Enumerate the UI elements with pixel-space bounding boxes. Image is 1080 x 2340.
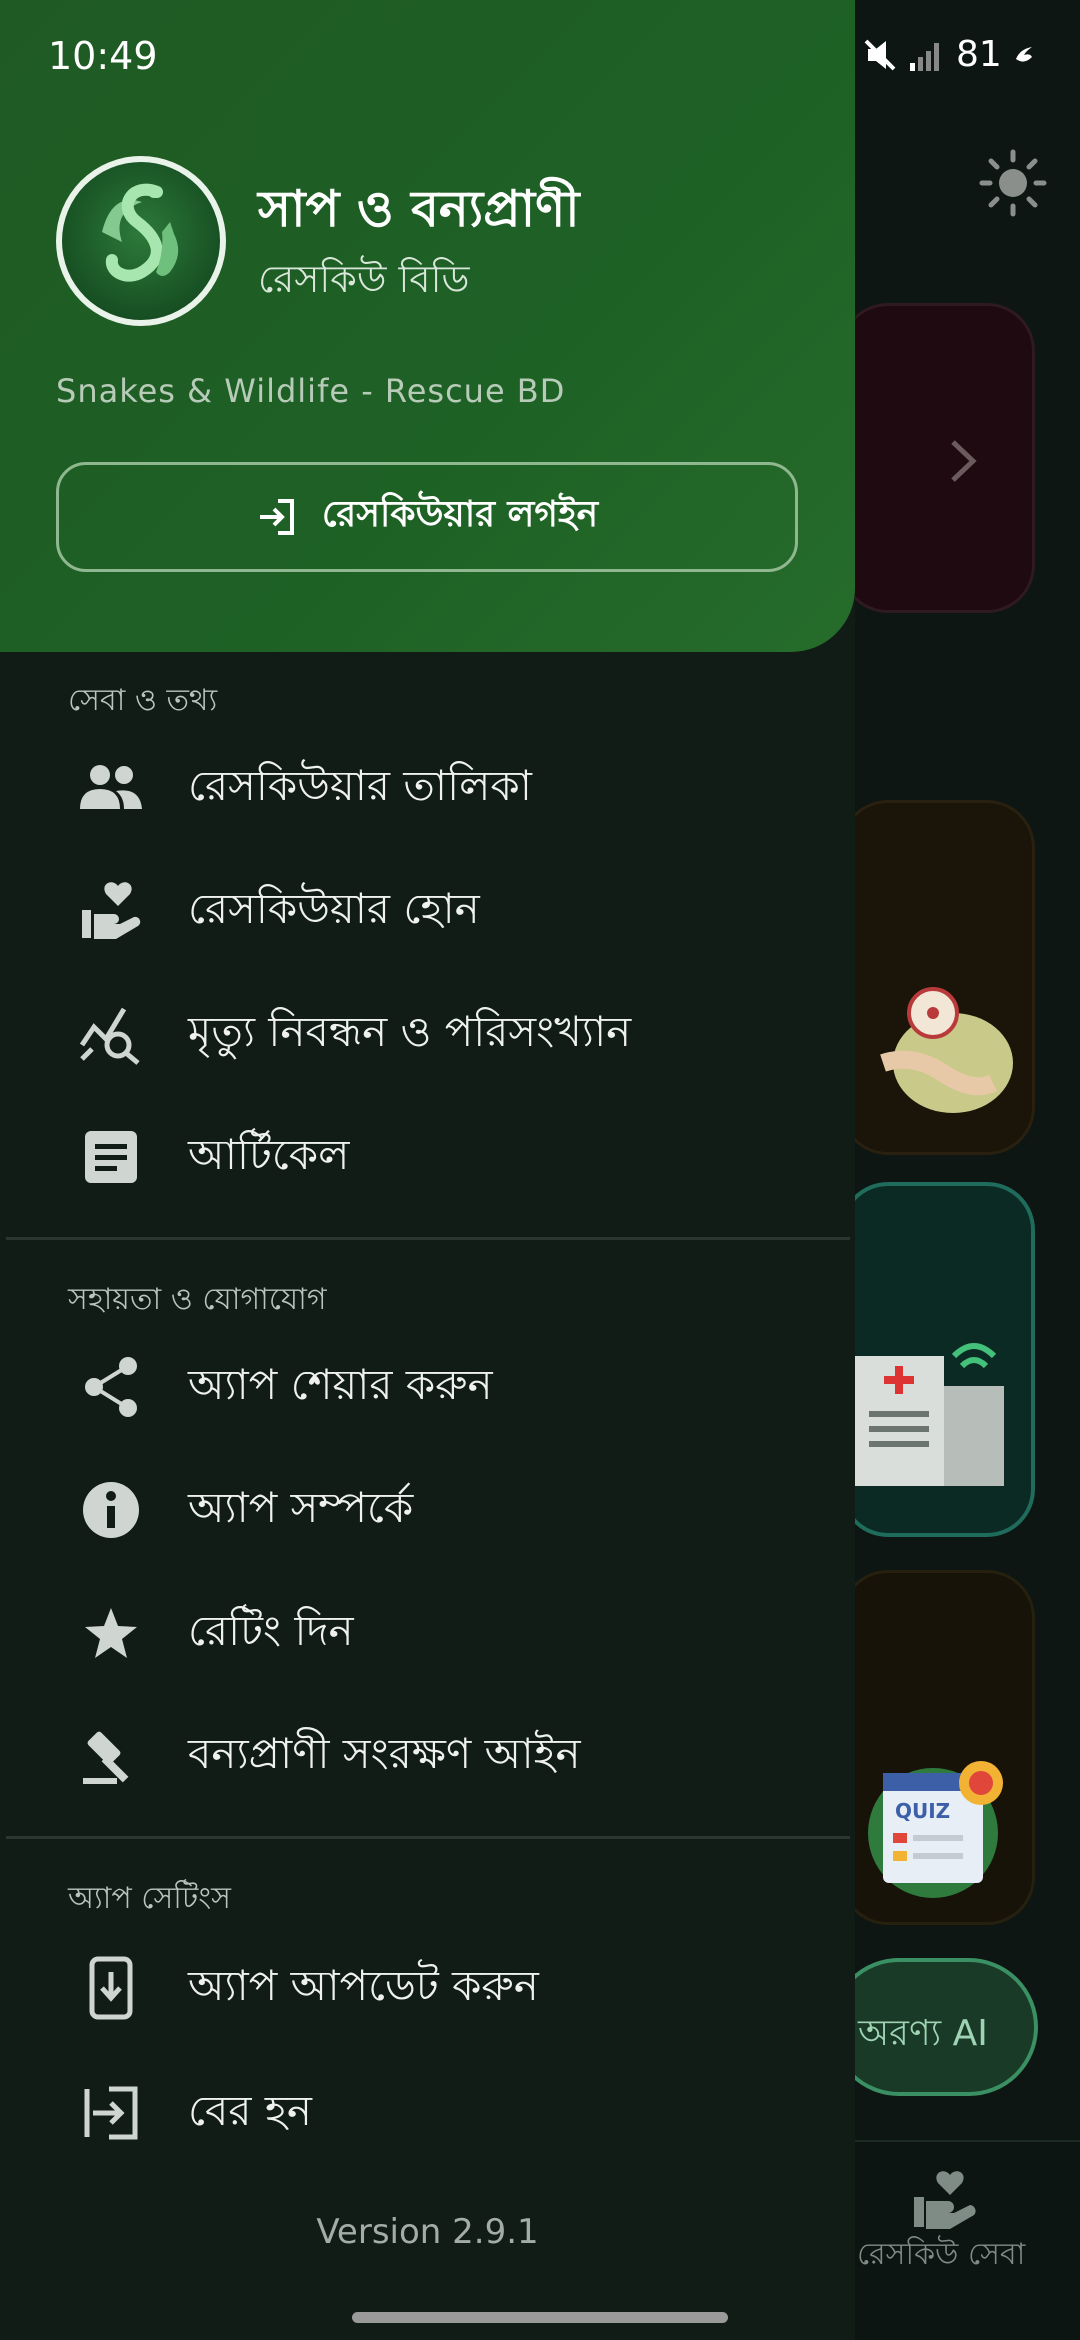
snakebite-illustration bbox=[880, 987, 1013, 1113]
hospital-icon bbox=[854, 1343, 1004, 1486]
menu-item-label: অ্যাপ আপডেট করুন bbox=[188, 1960, 539, 2010]
menu-item-label: রেসকিউয়ার হোন bbox=[188, 883, 480, 933]
section-divider bbox=[6, 1237, 850, 1240]
menu-item-label: অ্যাপ শেয়ার করুন bbox=[188, 1359, 493, 1409]
feature-card[interactable]: QUIZ bbox=[840, 1570, 1035, 1925]
aranya-ai-button[interactable]: অরণ্য AI bbox=[830, 1958, 1038, 2096]
battery-level: 81 bbox=[956, 34, 1002, 75]
login-label: রেসকিউয়ার লগইন bbox=[321, 494, 599, 535]
section-title-support: সহায়তা ও যোগাযোগ bbox=[68, 1282, 327, 1317]
section-title-settings: অ্যাপ সেটিংস bbox=[68, 1881, 231, 1916]
analytics-search-icon bbox=[79, 1007, 140, 1065]
snake-logo-icon bbox=[102, 183, 179, 282]
system-update-icon bbox=[89, 1956, 133, 2020]
section-title-services: সেবা ও তথ্য bbox=[68, 683, 218, 718]
menu-item-label: রেসকিউয়ার তালিকা bbox=[188, 760, 532, 810]
drawer-header: সাপ ও বন্যপ্রাণী রেসকিউ বিডি Snakes & Wi… bbox=[0, 0, 855, 652]
status-icons: 81 bbox=[862, 34, 1036, 75]
menu-item-death-registry[interactable]: মৃত্যু নিবন্ধন ও পরিসংখ্যান bbox=[0, 979, 855, 1089]
rescuer-login-button[interactable]: রেসকিউয়ার লগইন bbox=[56, 462, 798, 572]
menu-item-rate-app[interactable]: রেটিং দিন bbox=[0, 1578, 855, 1688]
menu-item-wildlife-law[interactable]: বন্যপ্রাণী সংরক্ষণ আইন bbox=[0, 1701, 855, 1811]
volunteer-icon bbox=[82, 882, 141, 939]
volunteer-icon[interactable] bbox=[910, 2165, 980, 2235]
quiz-icon: QUIZ bbox=[868, 1761, 1003, 1898]
menu-item-label: অ্যাপ সম্পর্কে bbox=[188, 1482, 414, 1532]
menu-item-share-app[interactable]: অ্যাপ শেয়ার করুন bbox=[0, 1332, 855, 1442]
menu-item-become-rescuer[interactable]: রেসকিউয়ার হোন bbox=[0, 856, 855, 966]
menu-item-articles[interactable]: আর্টিকেল bbox=[0, 1102, 855, 1212]
chevron-right-icon bbox=[951, 440, 977, 482]
navigation-drawer: সাপ ও বন্যপ্রাণী রেসকিউ বিডি Snakes & Wi… bbox=[0, 0, 1032, 2340]
menu-item-rescuer-list[interactable]: রেসকিউয়ার তালিকা bbox=[0, 733, 855, 843]
app-subtitle: রেসকিউ বিডি bbox=[258, 257, 470, 301]
section-divider bbox=[6, 1836, 850, 1839]
article-icon bbox=[85, 1131, 137, 1183]
feature-card[interactable] bbox=[840, 303, 1035, 613]
bottom-nav-label: রেসকিউ সেবা bbox=[857, 2237, 1026, 2272]
menu-item-label: রেটিং দিন bbox=[188, 1605, 354, 1655]
menu-item-logout[interactable]: বের হন bbox=[0, 2058, 855, 2168]
logout-icon bbox=[84, 2086, 138, 2140]
menu-item-label: আর্টিকেল bbox=[188, 1129, 350, 1179]
charging-icon bbox=[1015, 46, 1032, 62]
app-version: Version 2.9.1 bbox=[316, 2212, 539, 2252]
group-icon bbox=[80, 765, 142, 809]
feature-card[interactable] bbox=[840, 1182, 1035, 1537]
menu-item-label: বের হন bbox=[188, 2085, 313, 2135]
home-indicator[interactable] bbox=[352, 2312, 728, 2323]
menu-item-about-app[interactable]: অ্যাপ সম্পর্কে bbox=[0, 1455, 855, 1565]
feature-card[interactable] bbox=[840, 800, 1035, 1155]
svg-text:QUIZ: QUIZ bbox=[895, 1799, 950, 1823]
mute-icon bbox=[864, 39, 896, 70]
info-icon bbox=[83, 1482, 139, 1538]
menu-item-update-app[interactable]: অ্যাপ আপডেট করুন bbox=[0, 1933, 855, 2043]
menu-item-label: মৃত্যু নিবন্ধন ও পরিসংখ্যান bbox=[188, 1006, 632, 1056]
star-icon bbox=[85, 1608, 137, 1658]
signal-icon bbox=[910, 42, 939, 71]
ai-button-label: অরণ্য AI bbox=[858, 2013, 988, 2054]
app-logo bbox=[56, 156, 226, 326]
gavel-icon bbox=[83, 1731, 129, 1784]
login-icon bbox=[259, 499, 294, 535]
app-title: সাপ ও বন্যপ্রাণী bbox=[258, 180, 580, 238]
share-icon bbox=[85, 1357, 137, 1417]
theme-toggle-icon[interactable] bbox=[978, 148, 1048, 218]
status-time: 10:49 bbox=[48, 34, 158, 78]
menu-item-label: বন্যপ্রাণী সংরক্ষণ আইন bbox=[188, 1728, 581, 1778]
app-name-english: Snakes & Wildlife - Rescue BD bbox=[56, 372, 566, 410]
